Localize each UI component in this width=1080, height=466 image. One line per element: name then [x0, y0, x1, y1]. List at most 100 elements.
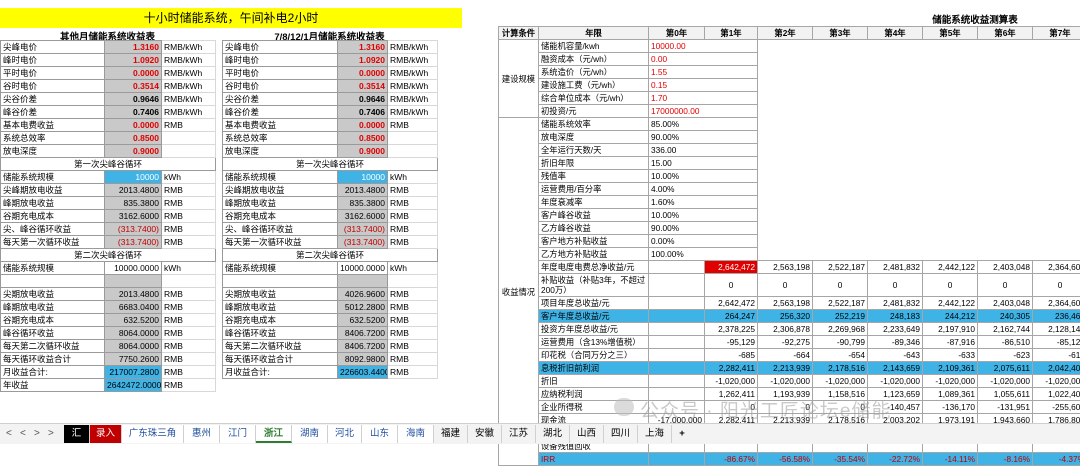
year-value[interactable]: 2,042,401 [1033, 362, 1080, 375]
row-value[interactable]: 0.9646 [105, 93, 162, 106]
year0-value[interactable] [649, 323, 705, 336]
row-value[interactable] [338, 275, 388, 288]
last-sheet-nav-icon[interactable]: > [48, 428, 54, 439]
column-header[interactable]: 第2年 [758, 27, 813, 40]
year0-value[interactable] [649, 310, 705, 323]
column-header[interactable]: 年限 [539, 27, 649, 40]
year-value[interactable]: 1,055,611 [978, 388, 1033, 401]
column-header[interactable]: 第6年 [978, 27, 1033, 40]
first-sheet-nav-icon[interactable]: < [6, 428, 12, 439]
row-value[interactable]: 0.0000 [338, 67, 388, 80]
sheet-tab[interactable]: 山东 [362, 425, 398, 443]
year-value[interactable]: -1,020,000 [758, 375, 813, 388]
year-value[interactable]: -14.11% [923, 453, 978, 466]
year-value[interactable]: 2,233,649 [868, 323, 923, 336]
column-header[interactable]: 第3年 [813, 27, 868, 40]
row-value[interactable]: 0.8500 [105, 132, 162, 145]
row-value[interactable]: 1.60% [649, 196, 758, 209]
row-value[interactable]: 3162.6000 [338, 210, 388, 223]
row-value[interactable]: 1.70 [649, 92, 758, 105]
sheet-tab[interactable]: 惠州 [184, 425, 220, 443]
row-value[interactable]: 0.9646 [338, 93, 388, 106]
year0-value[interactable] [649, 375, 705, 388]
row-value[interactable]: 336.00 [649, 144, 758, 157]
row-value[interactable]: 0.3514 [105, 80, 162, 93]
year-value[interactable]: -685 [705, 349, 758, 362]
year-value[interactable]: 252,219 [813, 310, 868, 323]
year-value[interactable]: -86.67% [705, 453, 758, 466]
year-value[interactable]: 2,075,611 [978, 362, 1033, 375]
sheet-tab[interactable]: 汇 [64, 425, 90, 443]
year-value[interactable]: 1,089,361 [923, 388, 978, 401]
row-value[interactable]: (313.7400) [105, 236, 162, 249]
year-value[interactable]: -1,020,000 [813, 375, 868, 388]
annual-total-value[interactable]: 2642472.0000 [105, 379, 162, 392]
column-header[interactable]: 计算条件 [499, 27, 539, 40]
row-value[interactable]: 3162.6000 [105, 210, 162, 223]
row-value[interactable]: 10000.00 [649, 40, 758, 53]
sheet-tab[interactable]: 河北 [328, 425, 362, 443]
row-value[interactable]: 4.00% [649, 183, 758, 196]
row-value[interactable]: 1.55 [649, 66, 758, 79]
year-value[interactable]: 2,269,968 [813, 323, 868, 336]
year0-value[interactable] [649, 349, 705, 362]
row-value[interactable]: 8064.0000 [105, 340, 162, 353]
year-value[interactable]: 2,642,472 [705, 261, 758, 274]
year-value[interactable]: -8.16% [978, 453, 1033, 466]
column-header[interactable]: 第1年 [705, 27, 758, 40]
row-value[interactable]: 0.9000 [105, 145, 162, 158]
year0-value[interactable] [649, 453, 705, 466]
year0-value[interactable] [649, 261, 705, 274]
sheet-tab[interactable]: 山西 [570, 425, 604, 443]
row-value[interactable]: 2013.4800 [338, 184, 388, 197]
row-value[interactable]: (313.7400) [338, 223, 388, 236]
year0-value[interactable] [649, 297, 705, 310]
year-value[interactable]: -22.72% [868, 453, 923, 466]
year-value[interactable]: -95,129 [705, 336, 758, 349]
row-value[interactable]: 632.5200 [105, 314, 162, 327]
row-value[interactable]: 0.8500 [338, 132, 388, 145]
year-value[interactable]: -1,020,000 [923, 375, 978, 388]
year0-value[interactable] [649, 336, 705, 349]
column-header[interactable]: 第4年 [868, 27, 923, 40]
sheet-tab[interactable]: 四川 [604, 425, 638, 443]
year0-value[interactable] [649, 362, 705, 375]
year-value[interactable]: 2,563,198 [758, 261, 813, 274]
row-value[interactable]: 5012.2800 [338, 301, 388, 314]
row-value[interactable]: 8406.7200 [338, 327, 388, 340]
year-value[interactable]: 2,364,600 [1033, 297, 1080, 310]
year-value[interactable]: 2,378,225 [705, 323, 758, 336]
year-value[interactable]: 236,460 [1033, 310, 1080, 323]
row-value[interactable]: 6683.0400 [105, 301, 162, 314]
monthly-total-value[interactable]: 217007.2800 [105, 366, 162, 379]
row-value[interactable]: 0.00% [649, 235, 758, 248]
year-value[interactable]: -633 [923, 349, 978, 362]
row-value[interactable]: 835.3800 [105, 197, 162, 210]
year-value[interactable]: -1,020,000 [868, 375, 923, 388]
year-value[interactable]: -664 [758, 349, 813, 362]
year-value[interactable]: -131,951 [978, 401, 1033, 414]
year-value[interactable]: -1,020,000 [705, 375, 758, 388]
year-value[interactable]: -255,600 [1033, 401, 1080, 414]
row-value[interactable]: 2013.4800 [105, 288, 162, 301]
year-value[interactable]: -35.54% [813, 453, 868, 466]
year-value[interactable]: 2,282,411 [705, 362, 758, 375]
year-value[interactable]: -613 [1033, 349, 1080, 362]
year-value[interactable]: 0 [1033, 274, 1080, 297]
year-value[interactable]: -87,916 [923, 336, 978, 349]
year-value[interactable]: 2,442,122 [923, 261, 978, 274]
year-value[interactable]: 0 [705, 274, 758, 297]
row-value[interactable]: 0.15 [649, 79, 758, 92]
next-sheet-nav-icon[interactable]: > [34, 428, 40, 439]
year-value[interactable]: -86,510 [978, 336, 1033, 349]
row-value[interactable]: 1.3160 [338, 41, 388, 54]
year-value[interactable]: 1,022,401 [1033, 388, 1080, 401]
year-value[interactable]: -90,799 [813, 336, 868, 349]
row-value[interactable]: 0.0000 [338, 119, 388, 132]
prev-sheet-nav-icon[interactable]: < [20, 428, 26, 439]
year-value[interactable]: 2,306,878 [758, 323, 813, 336]
sheet-tab[interactable]: 广东珠三角 [122, 425, 184, 443]
year-value[interactable]: 2,442,122 [923, 297, 978, 310]
row-value[interactable]: 0.7406 [105, 106, 162, 119]
year-value[interactable]: 2,162,744 [978, 323, 1033, 336]
